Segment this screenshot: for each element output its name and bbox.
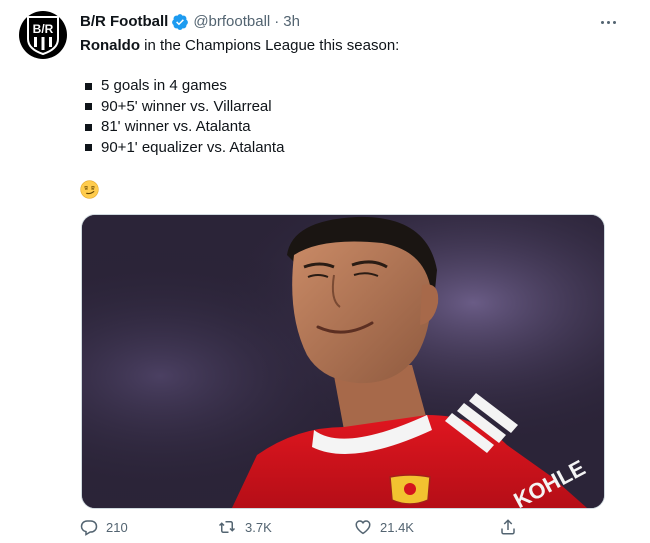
reply-count: 210 (106, 519, 128, 535)
tweet-lead-rest: in the Champions League this season: (140, 37, 400, 54)
heart-icon (355, 520, 371, 535)
tweet-lead-bold[interactable]: Ronaldo (80, 37, 140, 54)
reply-icon (80, 520, 98, 536)
tweet-photo[interactable]: KOHLE (81, 214, 605, 509)
verified-badge-icon (171, 13, 189, 31)
list-item: 90+1' equalizer vs. Atalanta (80, 138, 284, 159)
bullet-square-icon (85, 82, 92, 90)
bullet-list: 5 goals in 4 games 90+5' winner vs. Vill… (80, 76, 284, 158)
smirking-face-emoji-icon (80, 180, 99, 199)
share-icon (501, 519, 515, 535)
list-item-text: 5 goals in 4 games (101, 77, 227, 94)
tweet-actions: 210 3.7K 21.4K (80, 518, 520, 542)
bullet-square-icon (85, 144, 92, 152)
list-item: 5 goals in 4 games (80, 76, 284, 97)
list-item-text: 81' winner vs. Atalanta (101, 118, 251, 135)
club-crest-icon (389, 474, 431, 505)
share-button[interactable] (499, 518, 517, 536)
avatar[interactable]: B/R (19, 11, 67, 59)
author-handle[interactable]: @brfootball (193, 12, 270, 32)
tweet-header: B/R Football @brfootball · 3h (80, 12, 300, 32)
retweet-button[interactable]: 3.7K (217, 518, 272, 536)
timestamp[interactable]: 3h (283, 12, 300, 32)
bullet-square-icon (85, 123, 92, 131)
tweet-text: Ronaldo in the Champions League this sea… (80, 36, 600, 56)
more-options-icon[interactable] (601, 12, 616, 32)
retweet-count: 3.7K (245, 519, 272, 535)
author-name[interactable]: B/R Football (80, 12, 168, 32)
list-item-text: 90+5' winner vs. Villarreal (101, 97, 272, 115)
separator: · (274, 13, 280, 30)
like-button[interactable]: 21.4K (354, 518, 414, 536)
like-count: 21.4K (380, 519, 414, 535)
photo-player-icon: KOHLE (82, 215, 604, 508)
reply-button[interactable]: 210 (80, 518, 128, 536)
list-item: 81' winner vs. Atalanta (80, 117, 284, 138)
avatar-text: B/R (33, 22, 54, 36)
bullet-square-icon (85, 103, 92, 111)
list-item: 90+5' winner vs. Villarreal (80, 97, 284, 118)
tweet-card: B/R B/R Football @brfootball · 3h Ronald… (0, 0, 650, 543)
list-item-text: 90+1' equalizer vs. Atalanta (101, 138, 285, 156)
retweet-icon (218, 521, 236, 533)
br-logo-icon: B/R (27, 16, 59, 55)
